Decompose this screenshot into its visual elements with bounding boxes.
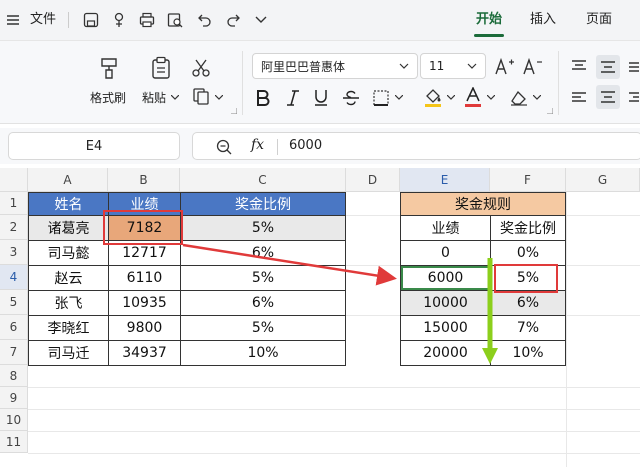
align-right-icon[interactable] <box>628 87 640 109</box>
align-bottom-icon[interactable] <box>628 55 640 77</box>
menu-bar: 文件 开始 插入 页面 <box>0 0 640 40</box>
format-painter-label[interactable]: 格式刷 <box>90 89 126 106</box>
clear-format-dropdown-icon[interactable] <box>532 93 542 101</box>
chevron-down-icon <box>467 63 477 69</box>
align-center-icon[interactable] <box>596 85 620 109</box>
cell-ref: E4 <box>85 138 103 154</box>
undo-icon[interactable] <box>196 11 214 29</box>
file-menu[interactable]: 文件 <box>30 10 56 30</box>
fx-icon[interactable]: fx <box>251 137 264 153</box>
underline-icon[interactable] <box>310 87 332 109</box>
share-icon[interactable] <box>110 11 128 29</box>
paste-icon[interactable] <box>148 55 174 81</box>
font-color-icon[interactable] <box>462 85 484 109</box>
spreadsheet-app: 文件 开始 插入 页面 格式刷 粘贴 阿里巴巴普惠体 11 E4 fx 6000… <box>0 0 640 467</box>
formula-input-container[interactable]: fx 6000 <box>192 132 640 160</box>
clipboard-expand-icon[interactable] <box>230 107 238 115</box>
ribbon-toolbar: 格式刷 粘贴 阿里巴巴普惠体 11 <box>0 40 640 124</box>
zoom-icon[interactable] <box>215 138 233 156</box>
tab-page[interactable]: 页面 <box>586 10 612 30</box>
bold-icon[interactable] <box>252 87 274 109</box>
chevron-down-icon[interactable] <box>254 13 268 27</box>
tab-active-indicator <box>474 34 504 37</box>
formula-value[interactable]: 6000 <box>289 138 322 153</box>
formula-bar: E4 fx 6000 <box>0 128 640 164</box>
font-expand-icon[interactable] <box>546 107 554 115</box>
clear-format-icon[interactable] <box>508 87 530 109</box>
menu-divider <box>68 12 69 28</box>
tab-insert[interactable]: 插入 <box>530 10 556 30</box>
copy-dropdown-icon[interactable] <box>214 93 224 101</box>
font-name-select[interactable]: 阿里巴巴普惠体 <box>252 53 418 79</box>
font-name-value: 阿里巴巴普惠体 <box>261 59 346 74</box>
border-icon[interactable] <box>370 87 392 109</box>
annotation-arrow-red <box>182 243 397 286</box>
format-painter-icon[interactable] <box>96 55 122 81</box>
annotation-arrowhead-green <box>482 348 498 364</box>
paste-dropdown-icon[interactable] <box>170 93 180 101</box>
formula-divider <box>277 139 278 155</box>
print-icon[interactable] <box>138 11 156 29</box>
align-middle-icon[interactable] <box>596 55 620 79</box>
align-left-icon[interactable] <box>568 87 590 109</box>
annotation-arrows <box>182 243 498 364</box>
redo-icon[interactable] <box>224 11 242 29</box>
increase-font-size-icon[interactable] <box>494 55 516 77</box>
align-top-icon[interactable] <box>568 55 590 77</box>
fill-color-dropdown-icon[interactable] <box>446 93 456 101</box>
hamburger-menu-icon[interactable] <box>6 12 20 28</box>
font-size-select[interactable]: 11 <box>420 53 486 79</box>
ribbon-divider <box>558 51 559 115</box>
italic-icon[interactable] <box>282 87 304 109</box>
fill-color-icon[interactable] <box>422 85 444 109</box>
tab-home[interactable]: 开始 <box>476 10 502 30</box>
decrease-font-size-icon[interactable] <box>522 55 544 77</box>
border-dropdown-icon[interactable] <box>394 93 404 101</box>
worksheet-grid[interactable]: A B C D E F G 1 2 3 4 5 6 7 8 9 10 11 姓名… <box>0 168 640 467</box>
save-icon[interactable] <box>82 11 100 29</box>
font-color-dropdown-icon[interactable] <box>486 93 496 101</box>
ribbon-divider <box>242 51 243 115</box>
font-size-value: 11 <box>429 59 445 73</box>
print-preview-icon[interactable] <box>166 11 184 29</box>
cell-name-box[interactable]: E4 <box>8 132 180 160</box>
cut-icon[interactable] <box>190 57 212 79</box>
strikethrough-icon[interactable] <box>340 87 362 109</box>
paste-label[interactable]: 粘贴 <box>142 89 166 106</box>
copy-icon[interactable] <box>190 85 212 107</box>
chevron-down-icon <box>399 63 409 69</box>
